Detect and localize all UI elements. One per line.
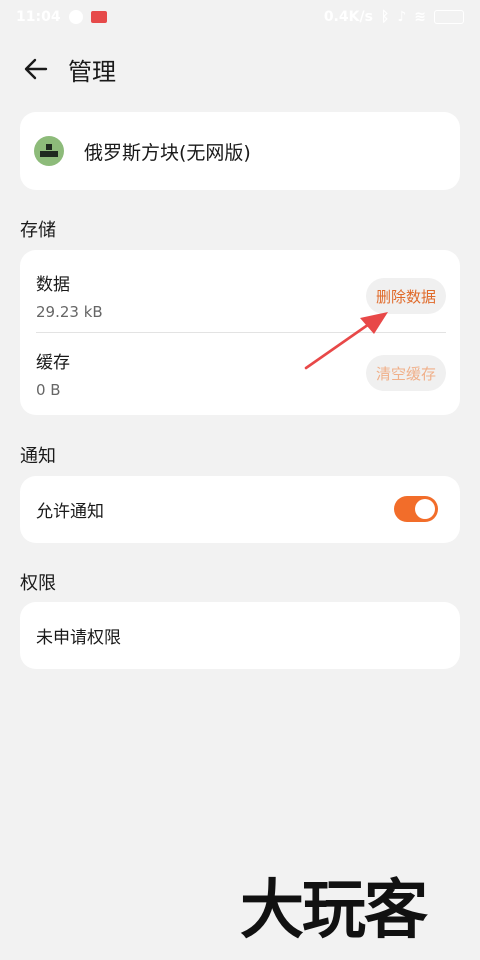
toggle-knob bbox=[415, 499, 435, 519]
allow-notifications-label: 允许通知 bbox=[36, 502, 104, 522]
back-button[interactable] bbox=[20, 53, 52, 85]
wifi-icon: ≋ bbox=[414, 9, 426, 25]
clear-cache-button[interactable]: 清空缓存 bbox=[365, 355, 446, 391]
section-title-notifications: 通知 bbox=[20, 446, 56, 467]
section-title-storage: 存储 bbox=[20, 220, 56, 241]
status-time: 11:04 bbox=[16, 9, 61, 25]
app-notification-icon-2 bbox=[90, 11, 107, 23]
bell-icon: ♪ bbox=[397, 9, 407, 25]
section-title-permissions: 权限 bbox=[20, 573, 56, 594]
bluetooth-icon: ᛒ bbox=[380, 9, 390, 25]
tetris-blocks-icon bbox=[40, 144, 58, 157]
notifications-card: 允许通知 bbox=[20, 476, 460, 543]
watermark-logo: 大玩客 bbox=[240, 873, 428, 948]
status-bar: 11:04 0.4K/s ᛒ ♪ ≋ bbox=[0, 0, 480, 34]
battery-icon bbox=[434, 10, 464, 24]
back-arrow-icon bbox=[24, 58, 48, 80]
app-icon bbox=[34, 136, 64, 166]
allow-notifications-toggle[interactable] bbox=[394, 496, 438, 522]
delete-data-button[interactable]: 删除数据 bbox=[365, 278, 446, 314]
page-title: 管理 bbox=[68, 57, 116, 86]
divider bbox=[36, 332, 446, 333]
app-notification-icon bbox=[68, 10, 83, 24]
network-speed: 0.4K/s bbox=[323, 9, 373, 25]
app-info-card: 俄罗斯方块(无网版) bbox=[20, 112, 460, 190]
header: 管理 bbox=[0, 46, 480, 92]
no-permissions-label: 未申请权限 bbox=[36, 628, 121, 648]
app-name: 俄罗斯方块(无网版) bbox=[84, 141, 251, 164]
permissions-card[interactable]: 未申请权限 bbox=[20, 602, 460, 669]
